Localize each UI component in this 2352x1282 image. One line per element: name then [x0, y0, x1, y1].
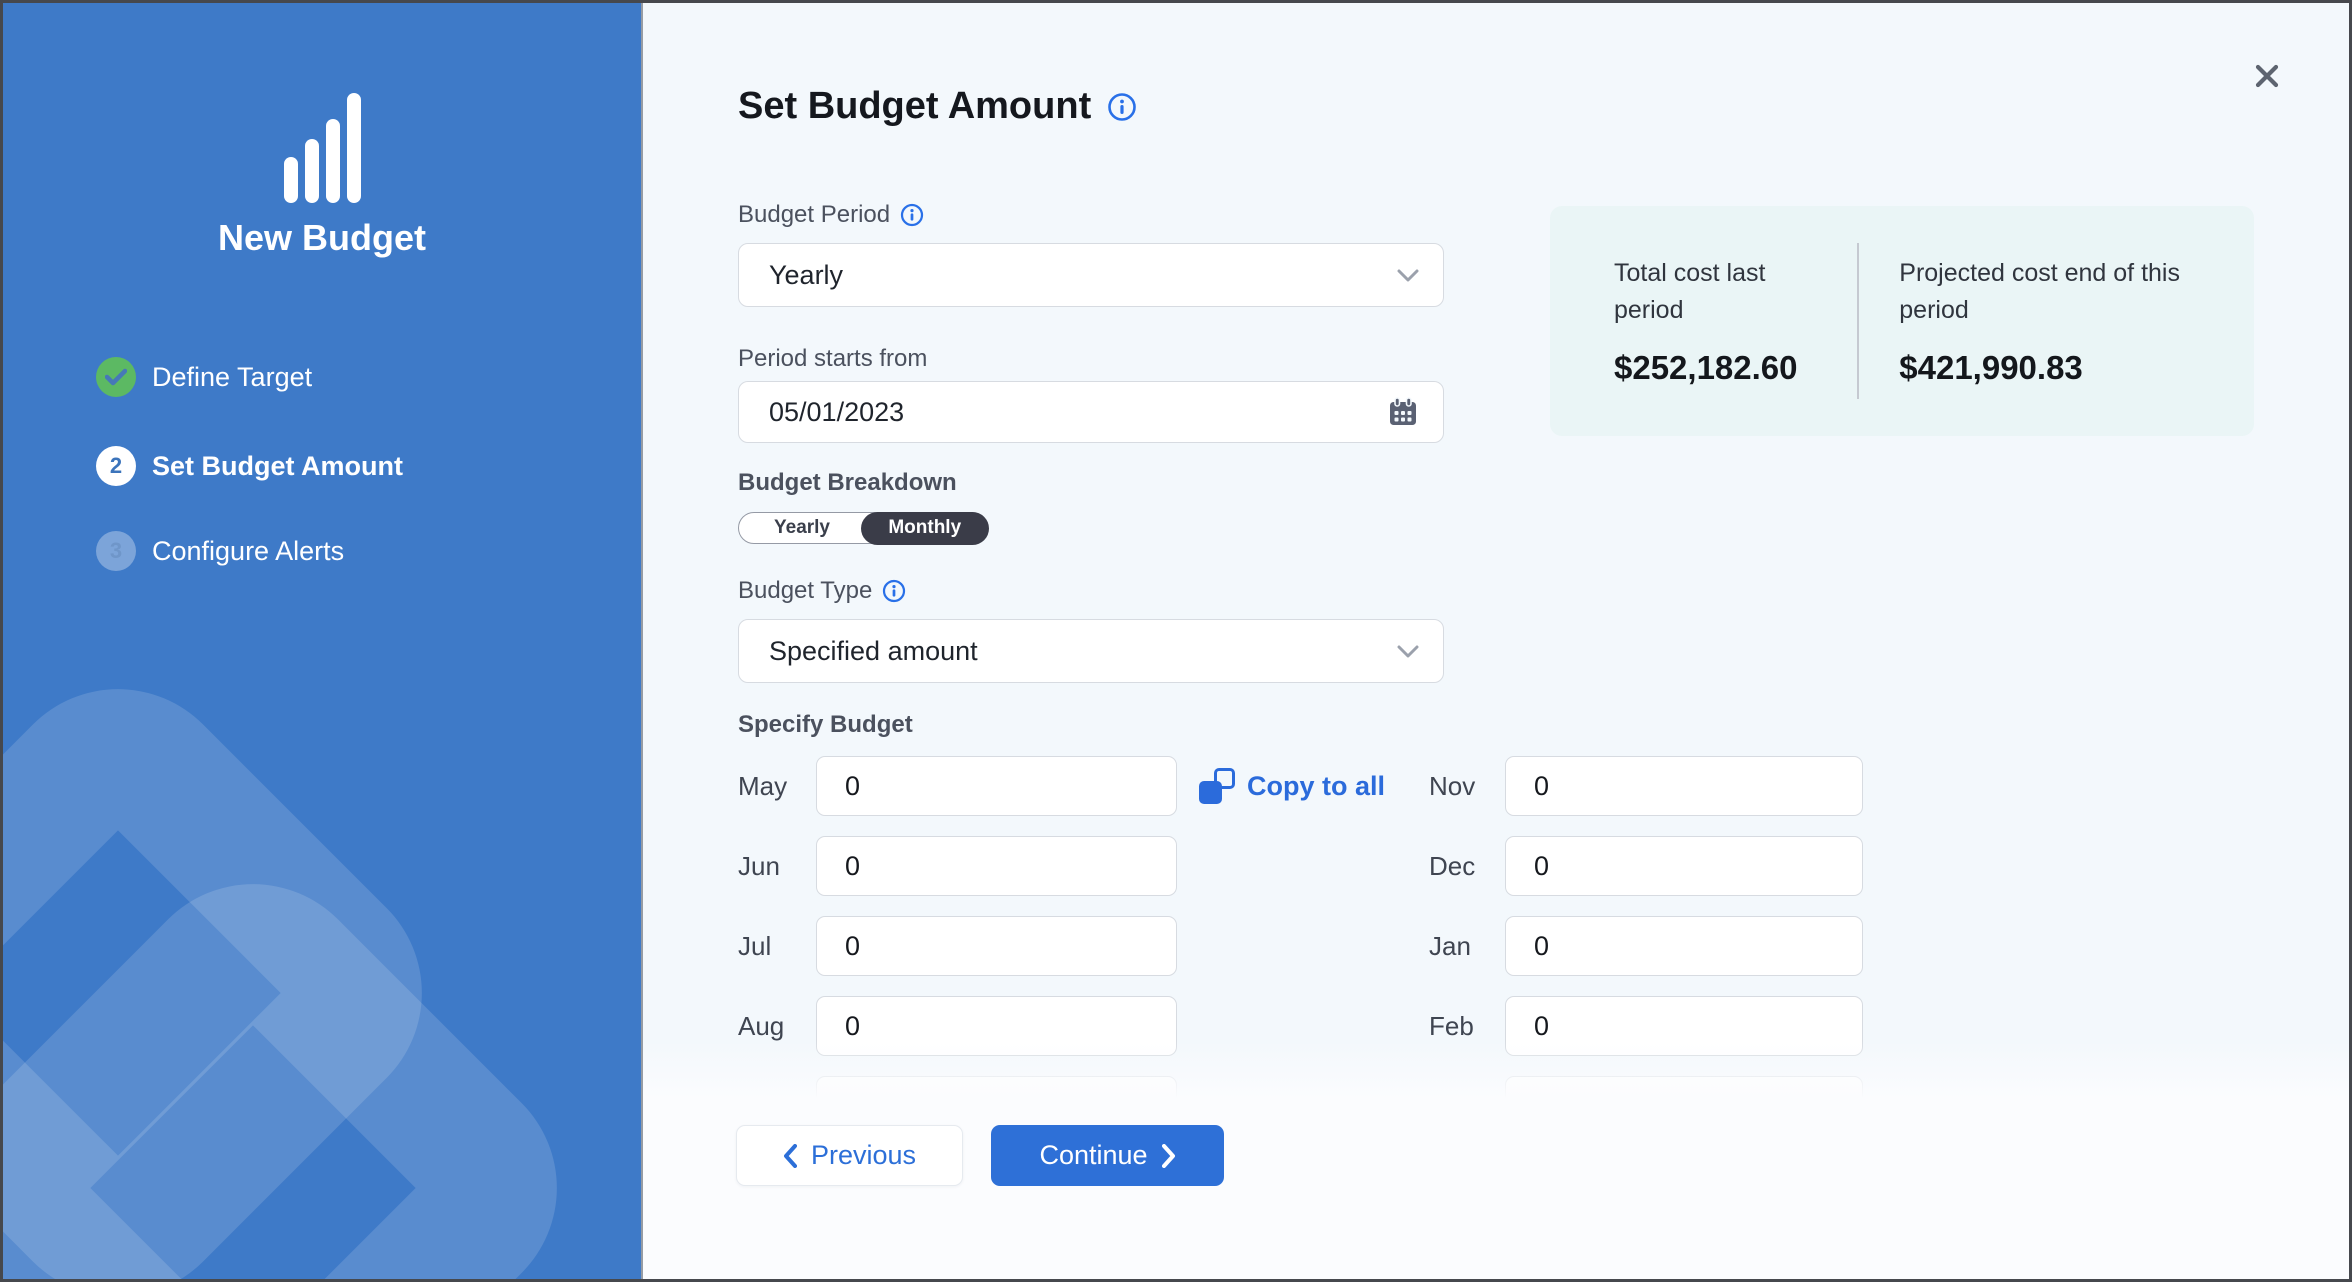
bar-chart-logo-icon: [3, 93, 641, 203]
month-label-may: May: [738, 756, 787, 816]
calendar-icon[interactable]: [1387, 396, 1419, 428]
summary-divider: [1857, 243, 1859, 399]
copy-to-all-link[interactable]: Copy to all: [1199, 756, 1385, 816]
date-value: 05/01/2023: [769, 397, 904, 428]
month-input-jan[interactable]: [1505, 916, 1863, 976]
new-budget-modal: New Budget Define Target 2 Set Budget Am…: [0, 0, 2352, 1282]
page-title-text: Set Budget Amount: [738, 85, 1091, 128]
total-cost-last-period: Total cost last period $252,182.60: [1614, 255, 1833, 387]
toggle-option-monthly[interactable]: Monthly: [861, 512, 989, 545]
step-complete-check-icon: [96, 357, 136, 397]
budget-breakdown-label: Budget Breakdown: [738, 469, 957, 497]
continue-button[interactable]: Continue: [991, 1125, 1224, 1186]
month-input-nov[interactable]: [1505, 756, 1863, 816]
month-label-jul: Jul: [738, 916, 771, 976]
summary-value: $252,182.60: [1614, 349, 1833, 387]
step-label: Define Target: [152, 362, 312, 393]
summary-value: $421,990.83: [1899, 349, 2214, 387]
wizard-sidebar: New Budget Define Target 2 Set Budget Am…: [3, 3, 641, 1279]
month-input-jul[interactable]: [816, 916, 1177, 976]
info-icon[interactable]: [882, 579, 906, 603]
projected-cost-end-period: Projected cost end of this period $421,9…: [1899, 255, 2214, 387]
selected-value: Yearly: [769, 260, 843, 291]
chevron-down-icon: [1397, 645, 1419, 658]
label-text: Period starts from: [738, 345, 927, 373]
info-icon[interactable]: [900, 203, 924, 227]
step-number-badge: 3: [96, 531, 136, 571]
chevron-down-icon: [1397, 269, 1419, 282]
month-input-jun[interactable]: [816, 836, 1177, 896]
info-icon[interactable]: [1107, 92, 1137, 122]
month-label-jun: Jun: [738, 836, 780, 896]
step-label: Set Budget Amount: [152, 451, 403, 482]
step-number-badge: 2: [96, 446, 136, 486]
summary-label: Total cost last period: [1614, 255, 1833, 329]
month-input-dec[interactable]: [1505, 836, 1863, 896]
toggle-option-yearly[interactable]: Yearly: [739, 513, 865, 543]
step-label: Configure Alerts: [152, 536, 344, 567]
specify-budget-label: Specify Budget: [738, 711, 913, 739]
step-set-budget-amount[interactable]: 2 Set Budget Amount: [96, 444, 403, 488]
month-label-nov: Nov: [1429, 756, 1475, 816]
scroll-fade-overlay: [643, 1041, 2352, 1113]
summary-label: Projected cost end of this period: [1899, 255, 2214, 329]
panel-divider: [641, 3, 643, 1279]
label-text: Budget Period: [738, 201, 890, 229]
copy-icon: [1199, 768, 1235, 804]
month-label-dec: Dec: [1429, 836, 1475, 896]
chevron-right-icon: [1162, 1144, 1176, 1168]
continue-label: Continue: [1039, 1140, 1147, 1171]
previous-button[interactable]: Previous: [736, 1125, 963, 1186]
step-define-target[interactable]: Define Target: [96, 355, 312, 399]
month-input-may[interactable]: [816, 756, 1177, 816]
label-text: Budget Breakdown: [738, 469, 957, 497]
copy-to-all-text: Copy to all: [1247, 771, 1385, 802]
breakdown-toggle: Yearly Monthly: [738, 512, 988, 544]
step-configure-alerts[interactable]: 3 Configure Alerts: [96, 529, 344, 573]
cost-summary-card: Total cost last period $252,182.60 Proje…: [1550, 206, 2254, 436]
wizard-title: New Budget: [3, 217, 641, 259]
period-start-date-input[interactable]: 05/01/2023: [738, 381, 1444, 443]
budget-period-select[interactable]: Yearly: [738, 243, 1444, 307]
previous-label: Previous: [811, 1140, 916, 1171]
budget-type-label: Budget Type: [738, 577, 906, 605]
budget-type-select[interactable]: Specified amount: [738, 619, 1444, 683]
label-text: Specify Budget: [738, 711, 913, 739]
set-budget-amount-panel: Set Budget Amount Budget Period Yearly P…: [643, 3, 2352, 1279]
selected-value: Specified amount: [769, 636, 978, 667]
period-starts-label: Period starts from: [738, 345, 927, 373]
page-title: Set Budget Amount: [738, 85, 1137, 128]
month-label-jan: Jan: [1429, 916, 1471, 976]
budget-period-label: Budget Period: [738, 201, 924, 229]
chevron-left-icon: [783, 1144, 797, 1168]
close-button[interactable]: [2247, 56, 2287, 96]
label-text: Budget Type: [738, 577, 872, 605]
modal-footer: Previous Continue: [643, 1111, 2352, 1279]
